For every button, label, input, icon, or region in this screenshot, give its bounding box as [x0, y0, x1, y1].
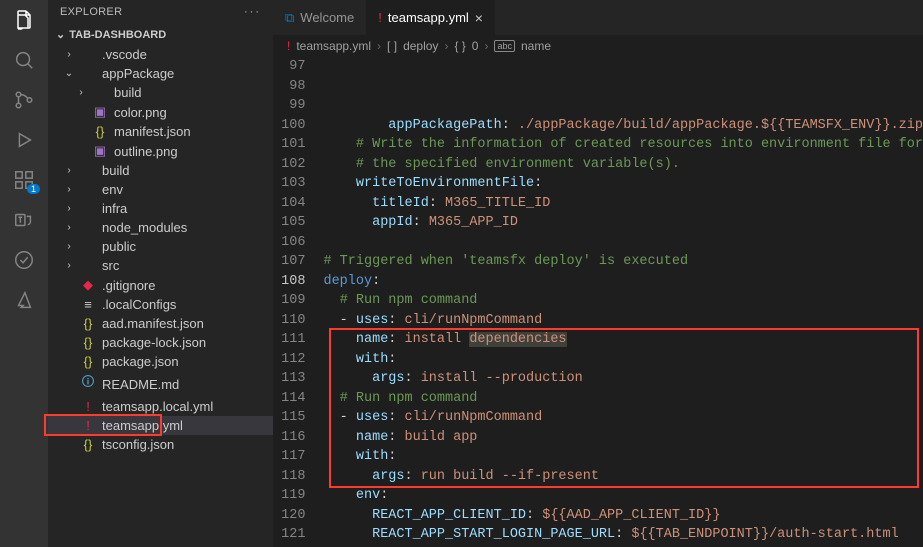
breadcrumb-array-icon: [ ]: [387, 39, 397, 53]
code-line-97[interactable]: appPackagePath: ./appPackage/build/appPa…: [323, 116, 923, 136]
code-line-98[interactable]: # Write the information of created resou…: [323, 135, 923, 155]
code-line-107[interactable]: - uses: cli/runNpmCommand: [323, 311, 923, 331]
root-folder-label: TAB-DASHBOARD: [69, 29, 166, 41]
tree-item-package-lock-json[interactable]: {}package-lock.json: [48, 333, 273, 352]
code-line-110[interactable]: args: install --production: [323, 369, 923, 389]
explorer-sidebar: EXPLORER ··· ⌄ TAB-DASHBOARD ›.vscode⌄ap…: [48, 0, 273, 547]
tab-welcome-label: Welcome: [300, 10, 354, 25]
code-line-101[interactable]: titleId: M365_TITLE_ID: [323, 194, 923, 214]
explorer-title: EXPLORER: [60, 6, 122, 18]
breadcrumb[interactable]: ! teamsapp.yml › [ ] deploy › { } 0 › ab…: [273, 35, 923, 57]
breadcrumb-segment: deploy: [403, 39, 438, 53]
breadcrumb-segment: 0: [472, 39, 479, 53]
search-icon[interactable]: [12, 48, 36, 72]
code-line-104[interactable]: # Triggered when 'teamsfx deploy' is exe…: [323, 252, 923, 272]
tree-item-teamsapp-yml[interactable]: !teamsapp.yml: [48, 416, 273, 435]
yaml-icon: !: [287, 39, 290, 53]
tree-item--localconfigs[interactable]: ≡.localConfigs: [48, 295, 273, 314]
tree-item--gitignore[interactable]: ◆.gitignore: [48, 275, 273, 295]
code-line-109[interactable]: with:: [323, 350, 923, 370]
code-content[interactable]: appPackagePath: ./appPackage/build/appPa…: [323, 57, 923, 547]
tree-item-teamsapp-local-yml[interactable]: !teamsapp.local.yml: [48, 397, 273, 416]
azure-icon[interactable]: [12, 288, 36, 312]
chevron-right-icon: ›: [444, 39, 448, 53]
tree-item-src[interactable]: ›src: [48, 256, 273, 275]
tree-item-env[interactable]: ›env: [48, 180, 273, 199]
close-icon[interactable]: ×: [475, 10, 483, 26]
chevron-down-icon: ⌄: [56, 28, 65, 41]
line-gutter: 9798991001011021031041051061071081091101…: [273, 57, 323, 547]
source-control-icon[interactable]: [12, 88, 36, 112]
tree-item-readme-md[interactable]: 🛈README.md: [48, 371, 273, 397]
code-line-112[interactable]: - uses: cli/runNpmCommand: [323, 408, 923, 428]
vscode-icon: ⧉: [285, 10, 294, 26]
code-line-114[interactable]: with:: [323, 447, 923, 467]
tree-item-manifest-json[interactable]: {}manifest.json: [48, 122, 273, 141]
breadcrumb-file: teamsapp.yml: [296, 39, 371, 53]
tab-welcome[interactable]: ⧉ Welcome: [273, 0, 366, 35]
file-tree: ›.vscode⌄appPackage›build▣color.png{}man…: [48, 45, 273, 547]
code-line-111[interactable]: # Run npm command: [323, 389, 923, 409]
code-editor[interactable]: 9798991001011021031041051061071081091101…: [273, 57, 923, 547]
extensions-badge: 1: [27, 184, 40, 194]
activity-bar: 1: [0, 0, 48, 547]
editor-area: ⧉ Welcome ! teamsapp.yml × ! teamsapp.ym…: [273, 0, 923, 547]
tree-item-package-json[interactable]: {}package.json: [48, 352, 273, 371]
tree-item-public[interactable]: ›public: [48, 237, 273, 256]
breadcrumb-segment: name: [521, 39, 551, 53]
code-line-108[interactable]: name: install dependencies: [323, 330, 923, 350]
yaml-icon: !: [378, 10, 382, 25]
chevron-right-icon: ›: [377, 39, 381, 53]
code-line-105[interactable]: deploy:: [323, 272, 923, 292]
chevron-right-icon: ›: [484, 39, 488, 53]
tree-item-outline-png[interactable]: ▣outline.png: [48, 141, 273, 161]
code-line-118[interactable]: REACT_APP_START_LOGIN_PAGE_URL: ${{TAB_E…: [323, 525, 923, 545]
code-line-103[interactable]: [323, 233, 923, 253]
tab-file-label: teamsapp.yml: [388, 10, 469, 25]
tree-item-infra[interactable]: ›infra: [48, 199, 273, 218]
code-line-117[interactable]: REACT_APP_CLIENT_ID: ${{AAD_APP_CLIENT_I…: [323, 506, 923, 526]
tree-item-build[interactable]: ›build: [48, 161, 273, 180]
code-line-113[interactable]: name: build app: [323, 428, 923, 448]
tree-item-apppackage[interactable]: ⌄appPackage: [48, 64, 273, 83]
tree-item-aad-manifest-json[interactable]: {}aad.manifest.json: [48, 314, 273, 333]
code-line-100[interactable]: writeToEnvironmentFile:: [323, 174, 923, 194]
extensions-icon[interactable]: 1: [12, 168, 36, 192]
tab-teamsapp[interactable]: ! teamsapp.yml ×: [366, 0, 495, 35]
code-line-106[interactable]: # Run npm command: [323, 291, 923, 311]
explorer-more-icon[interactable]: ···: [244, 6, 261, 18]
tree-item-node-modules[interactable]: ›node_modules: [48, 218, 273, 237]
code-line-102[interactable]: appId: M365_APP_ID: [323, 213, 923, 233]
run-debug-icon[interactable]: [12, 128, 36, 152]
code-line-99[interactable]: # the specified environment variable(s).: [323, 155, 923, 175]
tree-item-color-png[interactable]: ▣color.png: [48, 102, 273, 122]
breadcrumb-object-icon: { }: [454, 39, 465, 53]
editor-tabs: ⧉ Welcome ! teamsapp.yml ×: [273, 0, 923, 35]
code-line-115[interactable]: args: run build --if-present: [323, 467, 923, 487]
code-line-116[interactable]: env:: [323, 486, 923, 506]
tree-item-build[interactable]: ›build: [48, 83, 273, 102]
teams-icon[interactable]: [12, 208, 36, 232]
testing-icon[interactable]: [12, 248, 36, 272]
breadcrumb-string-icon: abc: [494, 40, 515, 52]
explorer-icon[interactable]: [12, 8, 36, 32]
tree-item-tsconfig-json[interactable]: {}tsconfig.json: [48, 435, 273, 454]
tree-item--vscode[interactable]: ›.vscode: [48, 45, 273, 64]
folder-header[interactable]: ⌄ TAB-DASHBOARD: [48, 24, 273, 45]
